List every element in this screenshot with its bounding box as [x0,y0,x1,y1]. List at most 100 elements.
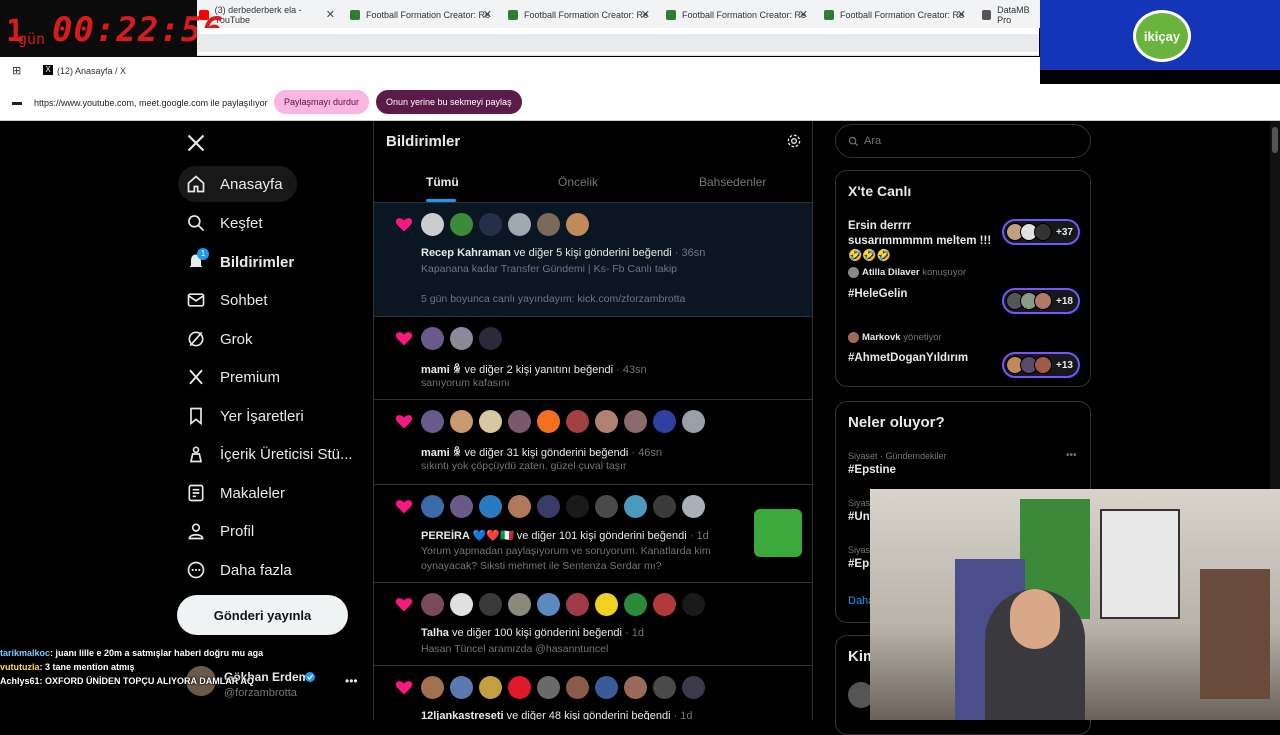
live-listeners[interactable]: +37 [1002,219,1080,245]
sidebar-item-premium[interactable]: Premium [186,359,280,395]
sidebar-item-chat[interactable]: Sohbet [186,282,268,318]
close-icon[interactable]: ✕ [641,8,650,21]
sidebar-item-home[interactable]: Anasayfa [178,166,297,202]
avatar[interactable] [595,593,618,616]
avatar[interactable] [682,593,705,616]
avatar[interactable] [566,676,589,699]
host-name[interactable]: Markovk [862,332,901,343]
tab-all[interactable]: Tümü [426,175,459,189]
browser-tab[interactable]: DataMB Pro [982,4,1042,26]
avatar[interactable] [421,410,444,433]
avatar[interactable] [624,410,647,433]
bookmark-x[interactable]: (12) Anasayfa / X [57,66,126,76]
notification-user[interactable]: mami ꆜ [421,447,461,459]
avatar[interactable] [682,410,705,433]
avatar[interactable] [653,593,676,616]
host-name[interactable]: Atilla Dilaver [862,267,920,278]
stop-sharing-button[interactable]: Paylaşmayı durdur [274,90,370,114]
avatar[interactable] [537,676,560,699]
close-icon[interactable]: ✕ [957,8,966,21]
avatar[interactable] [653,495,676,518]
notification-item[interactable]: 12ljankastreseti ve diğer 48 kişi gönder… [374,666,812,720]
avatar[interactable] [450,593,473,616]
avatar[interactable] [479,593,502,616]
share-this-tab-button[interactable]: Onun yerine bu sekmeyi paylaş [376,90,522,114]
sidebar-item-more[interactable]: Daha fazla [186,552,292,588]
browser-tab[interactable]: Football Formation Creator: Re ✕ [666,4,808,26]
avatar[interactable] [479,327,502,350]
gear-icon[interactable] [786,133,802,149]
trend-name[interactable]: #Epstine [848,464,896,476]
avatar[interactable] [537,495,560,518]
notification-user[interactable]: PEREİRA 💙❤️🇮🇹 [421,530,514,542]
avatar[interactable] [682,495,705,518]
avatar[interactable] [566,495,589,518]
notification-user[interactable]: Recep Kahraman [421,247,511,259]
sidebar-item-grok[interactable]: Grok [186,321,253,357]
avatar[interactable] [450,327,473,350]
address-bar[interactable] [197,34,1039,52]
avatar[interactable] [595,410,618,433]
avatar[interactable] [479,676,502,699]
live-space-title[interactable]: Ersin derrrr susarımmmmm meltem !!!🤣🤣🤣 [848,219,998,264]
live-space-title[interactable]: #AhmetDoganYıldırım [848,352,968,364]
notification-user[interactable]: 12ljankastreseti [421,710,504,720]
avatar[interactable] [450,410,473,433]
avatar[interactable] [537,593,560,616]
avatar[interactable] [537,213,560,236]
avatar[interactable] [624,676,647,699]
avatar[interactable] [479,213,502,236]
avatar[interactable] [624,593,647,616]
avatar[interactable] [450,213,473,236]
sidebar-item-creator-studio[interactable]: İçerik Üreticisi Stü... [186,436,353,472]
scrollbar-thumb[interactable] [1272,127,1278,153]
notification-user[interactable]: mami ꆜ [421,364,461,376]
avatar[interactable] [479,410,502,433]
avatar[interactable] [508,593,531,616]
notification-item[interactable]: Talha ve diğer 100 kişi gönderini beğend… [374,583,812,666]
avatar[interactable] [421,495,444,518]
tab-mentions[interactable]: Bahsedenler [699,175,766,189]
avatar[interactable] [508,213,531,236]
sidebar-item-articles[interactable]: Makaleler [186,475,285,511]
live-space-title[interactable]: #HeleGelin [848,288,907,300]
avatar[interactable] [537,410,560,433]
avatar[interactable] [508,495,531,518]
avatar[interactable] [508,676,531,699]
avatar[interactable] [508,410,531,433]
browser-tab[interactable]: Football Formation Creator: Re ✕ [824,4,966,26]
formation-thumbnail[interactable] [754,509,802,557]
avatar[interactable] [479,495,502,518]
notification-item[interactable]: mami ꆜ ve diğer 31 kişi gönderini beğend… [374,400,812,485]
close-icon[interactable]: ✕ [799,8,808,21]
browser-tab[interactable]: Football Formation Creator: Re ✕ [508,4,650,26]
sidebar-item-notifications[interactable]: 1 Bildirimler [186,244,294,280]
close-icon[interactable]: ✕ [483,8,492,21]
browser-tab[interactable]: Football Formation Creator: Re ✕ [350,4,492,26]
avatar[interactable] [421,327,444,350]
live-listeners[interactable]: +18 [1002,288,1080,314]
avatar[interactable] [595,495,618,518]
avatar[interactable] [566,410,589,433]
avatar[interactable] [653,676,676,699]
avatar[interactable] [421,593,444,616]
avatar[interactable] [450,676,473,699]
tab-priority[interactable]: Öncelik [558,175,598,189]
avatar[interactable] [624,495,647,518]
avatar[interactable] [682,676,705,699]
avatar[interactable] [421,676,444,699]
post-button[interactable]: Gönderi yayınla [177,595,348,635]
sidebar-item-bookmarks[interactable]: Yer İşaretleri [186,398,304,434]
notification-user[interactable]: Talha [421,627,449,639]
avatar[interactable] [421,213,444,236]
avatar[interactable] [595,676,618,699]
avatar[interactable] [566,213,589,236]
avatar[interactable] [653,410,676,433]
notification-item[interactable]: Recep Kahraman ve diğer 5 kişi gönderini… [374,203,812,317]
notification-item[interactable]: mami ꆜ ve diğer 2 kişi yanıtını beğendi … [374,317,812,400]
avatar[interactable] [450,495,473,518]
sidebar-item-explore[interactable]: Keşfet [186,205,263,241]
apps-grid-icon[interactable]: ⊞ [12,64,21,77]
trend-menu-icon[interactable]: ••• [1066,450,1077,461]
x-logo-icon[interactable] [186,133,206,153]
